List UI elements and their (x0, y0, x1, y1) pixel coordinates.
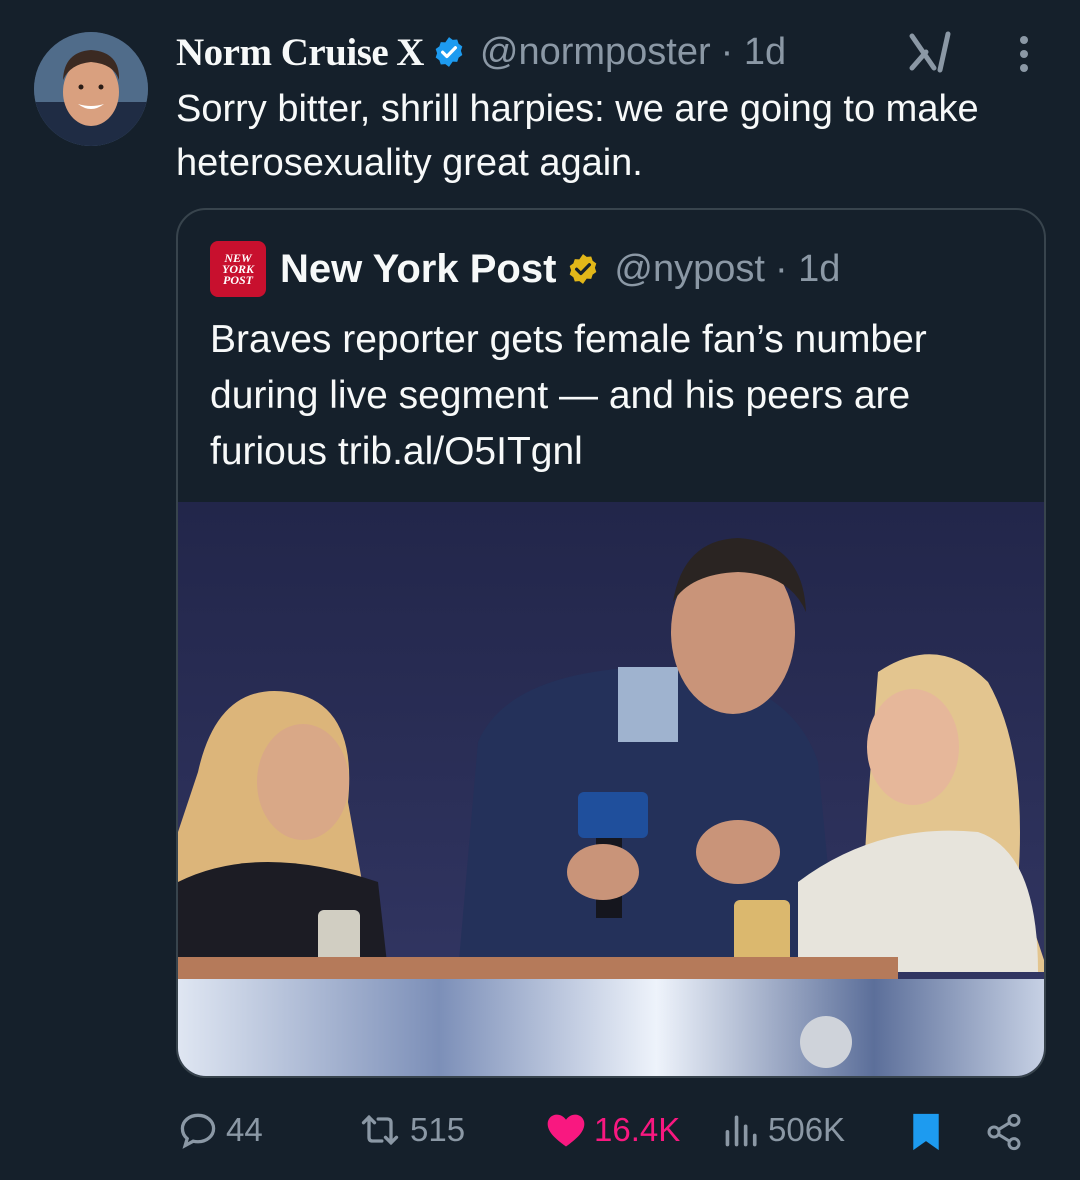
like-count: 16.4K (594, 1111, 681, 1148)
action-bar: 44 515 16.4K 506K (0, 1100, 1080, 1160)
tweet[interactable]: Norm Cruise X @normposter · 1d Sorry bit… (0, 0, 1080, 1180)
logo-line: POST (223, 272, 253, 287)
bookmark-icon (913, 1113, 939, 1151)
quote-display-name[interactable]: New York Post (280, 247, 556, 292)
reply-button[interactable]: 44 (176, 1108, 263, 1152)
bookmark-button[interactable] (908, 1112, 944, 1157)
gold-verified-icon (566, 252, 600, 286)
views-button[interactable]: 506K (722, 1108, 845, 1152)
tweet-text: Sorry bitter, shrill harpies: we are goi… (176, 88, 979, 184)
verified-icon (432, 35, 466, 69)
quote-header: NEW YORK POST New York Post @nypost · 1d (210, 240, 840, 298)
heart-icon (547, 1114, 585, 1147)
nypost-logo[interactable]: NEW YORK POST (210, 241, 266, 297)
repost-count: 515 (410, 1111, 466, 1148)
quote-time[interactable]: · 1d (775, 248, 840, 291)
avatar[interactable] (34, 32, 148, 146)
grok-icon[interactable] (906, 30, 954, 74)
repost-button[interactable]: 515 (356, 1108, 465, 1152)
quote-handle[interactable]: @nypost (614, 248, 765, 291)
views-count: 506K (768, 1111, 846, 1148)
x-badge: X (396, 30, 424, 74)
reply-icon (180, 1113, 216, 1149)
quoted-tweet[interactable]: NEW YORK POST New York Post @nypost · 1d… (176, 208, 1046, 1078)
views-icon (725, 1115, 757, 1147)
share-icon (987, 1113, 1021, 1151)
display-name[interactable]: Norm Cruise (176, 30, 389, 75)
tweet-time[interactable]: · 1d (721, 31, 786, 74)
quote-text: Braves reporter gets female fan’s number… (210, 318, 927, 473)
share-button[interactable] (984, 1112, 1024, 1157)
reply-count: 44 (226, 1111, 263, 1148)
tweet-header: Norm Cruise X @normposter · 1d (176, 26, 786, 78)
repost-icon (361, 1114, 399, 1146)
like-button[interactable]: 16.4K (544, 1108, 680, 1152)
more-icon[interactable] (1010, 32, 1038, 76)
author-handle[interactable]: @normposter (480, 31, 711, 74)
quote-photo[interactable] (178, 502, 1044, 1076)
